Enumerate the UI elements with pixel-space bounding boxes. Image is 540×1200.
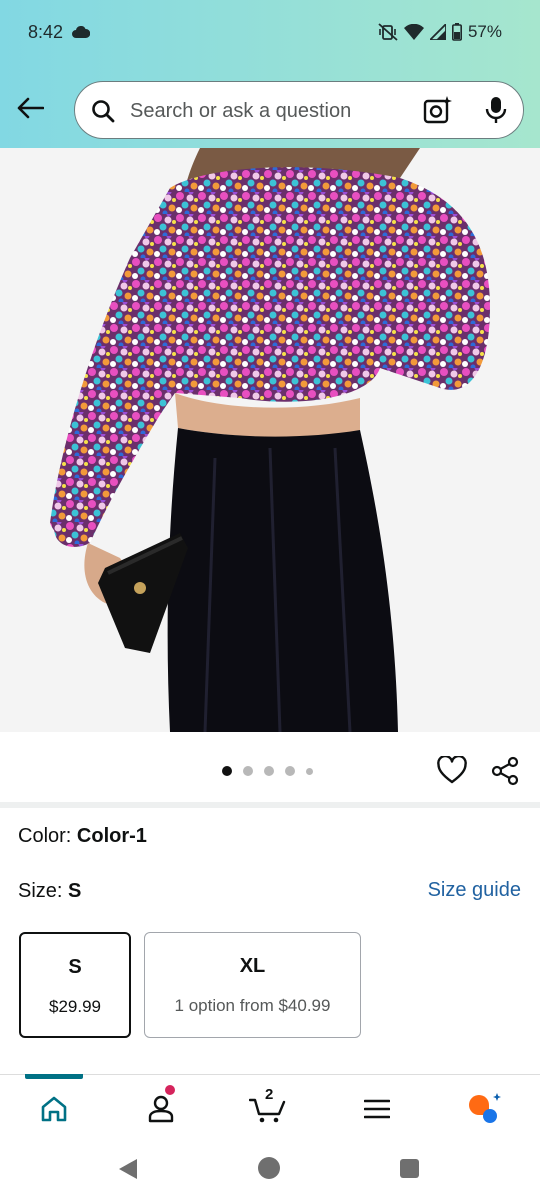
size-option-price: $29.99: [49, 997, 101, 1016]
battery-percent: 57%: [467, 22, 502, 41]
product-image[interactable]: [0, 148, 540, 732]
size-value: S: [68, 880, 82, 902]
vibrate-mute-icon: [378, 23, 398, 41]
notification-dot: [165, 1085, 175, 1095]
color-selection: Color: Color-1: [18, 825, 147, 848]
pagination-dot[interactable]: [222, 766, 232, 776]
signal-icon: [429, 24, 446, 40]
size-option-name: S: [68, 956, 82, 978]
camera-search-icon[interactable]: [423, 96, 453, 124]
cart-count: 2: [265, 1086, 274, 1103]
size-label: Size:: [18, 880, 63, 902]
cloud-icon: [72, 26, 90, 38]
back-button[interactable]: [12, 90, 48, 126]
image-pagination-dots[interactable]: [222, 766, 313, 776]
rufus-icon: [469, 1093, 501, 1123]
pagination-dot[interactable]: [306, 767, 313, 775]
active-tab-indicator: [25, 1074, 83, 1079]
share-button[interactable]: [490, 756, 520, 791]
nav-cart[interactable]: 2: [248, 1086, 288, 1129]
size-option-price: 1 option from $40.99: [174, 996, 331, 1015]
size-selection: Size: S: [18, 880, 81, 903]
nav-rufus[interactable]: [465, 1089, 505, 1129]
status-bar: 8:42 57%: [0, 0, 540, 66]
search-input[interactable]: Search or ask a question: [74, 81, 524, 139]
arrow-left-icon: [17, 97, 44, 119]
wishlist-button[interactable]: [437, 754, 467, 789]
size-option-name: XL: [239, 955, 266, 977]
app-header: 8:42 57% Search or ask a question: [0, 0, 540, 148]
search-placeholder: Search or ask a question: [130, 100, 352, 122]
size-option-xl[interactable]: XL 1 option from $40.99: [144, 932, 361, 1038]
size-guide-link[interactable]: Size guide: [428, 879, 521, 902]
account-icon: [148, 1095, 174, 1123]
status-time: 8:42: [28, 22, 64, 42]
home-icon: [41, 1096, 67, 1122]
nav-menu[interactable]: [357, 1089, 397, 1129]
wifi-icon: [403, 24, 424, 40]
pagination-dot[interactable]: [285, 766, 295, 776]
color-value: Color-1: [76, 825, 147, 847]
gallery-controls: [0, 732, 540, 802]
menu-icon: [364, 1099, 390, 1119]
microphone-icon[interactable]: [485, 96, 507, 124]
section-divider: [0, 802, 540, 808]
battery-icon: [451, 23, 462, 41]
heart-icon: [437, 754, 467, 784]
system-nav-bar: [0, 1138, 540, 1200]
color-label: Color:: [18, 825, 72, 847]
nav-account[interactable]: [141, 1085, 181, 1129]
share-icon: [491, 756, 519, 786]
product-photo: [50, 148, 490, 732]
status-icons: 57%: [378, 22, 502, 42]
size-option-s[interactable]: S $29.99: [19, 932, 131, 1038]
pagination-dot[interactable]: [264, 766, 274, 776]
system-back-icon[interactable]: [118, 1158, 138, 1180]
pagination-dot[interactable]: [243, 766, 253, 776]
system-home-button[interactable]: [258, 1157, 280, 1179]
nav-home[interactable]: [34, 1089, 74, 1129]
bottom-nav: 2: [0, 1074, 540, 1138]
system-recents-button[interactable]: [400, 1159, 419, 1178]
search-icon: [92, 100, 115, 123]
